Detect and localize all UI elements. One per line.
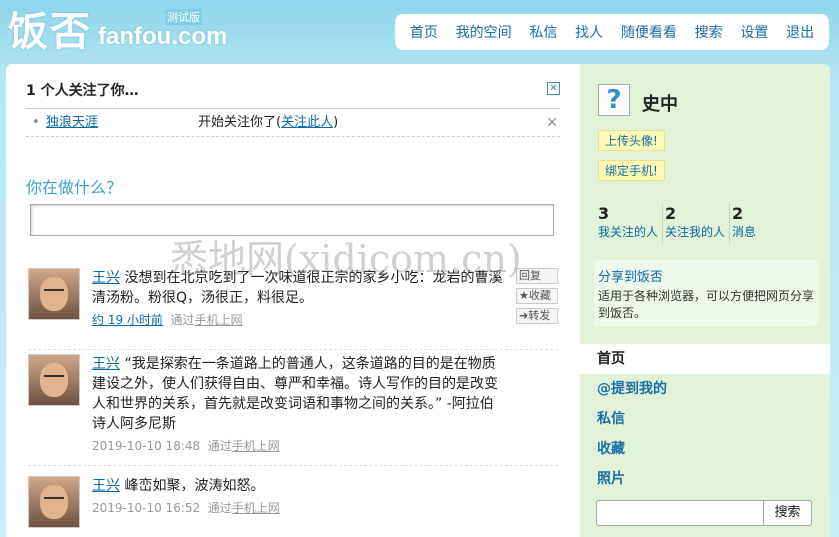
follow-message-end: ) [333, 115, 339, 130]
stat-following-count: 3 [598, 204, 610, 223]
follow-notice-row: • 独浪天涯 开始关注你了(关注此人) ✕ [26, 109, 560, 137]
follow-notice-title: 1 个人关注了你… [26, 80, 560, 109]
status-prompt: 你在做什么？ [26, 178, 123, 197]
share-description: 适用于各种浏览器，可以方便把网页分享到饭否。 [598, 289, 815, 320]
tweet-author[interactable]: 王兴 [92, 478, 120, 494]
tweet-content: 王兴 没想到在北京吃到了一次味道很正宗的家乡小吃：龙岩的曹溪清汤粉。粉很Q，汤很… [92, 268, 506, 308]
follow-notice: 1 个人关注了你… ✕ • 独浪天涯 开始关注你了(关注此人) ✕ [26, 80, 560, 137]
stat-messages-label: 消息 [732, 225, 757, 239]
avatar[interactable] [28, 268, 80, 320]
stat-following[interactable]: 3 我关注的人 [596, 204, 664, 244]
side-menu-messages[interactable]: 私信 [580, 404, 830, 434]
avatar[interactable] [28, 476, 80, 528]
tweet-text: 峰峦如聚，波涛如怒。 [124, 478, 265, 494]
tweet-via-link[interactable]: 手机上网 [195, 313, 243, 327]
top-nav: 首页 我的空间 私信 找人 随便看看 搜索 设置 退出 [395, 14, 829, 50]
tweet-content: 王兴 峰峦如聚，波涛如怒。 [92, 476, 512, 496]
reply-button[interactable]: 回复 [516, 268, 558, 284]
timeline-item: 王兴 “我是探索在一条道路上的普通人，这条道路的目的是在物质建设之外，使人们获得… [28, 354, 558, 466]
follow-back-link[interactable]: 关注此人 [281, 115, 333, 130]
tweet-via-link[interactable]: 手机上网 [232, 439, 280, 453]
forward-button[interactable]: ➜转发 [516, 308, 558, 324]
sidebar: ? 史中 上传头像! 绑定手机! 3 我关注的人 2 关注我的人 2 消息 分享… [580, 64, 830, 537]
tweet-via-link[interactable]: 手机上网 [232, 501, 280, 515]
tweet-actions: 回复 ★收藏 ➜转发 [516, 268, 558, 328]
side-menu-photos[interactable]: 照片 [580, 464, 830, 494]
search-input[interactable] [596, 500, 764, 526]
close-icon[interactable]: ✕ [547, 82, 560, 95]
tweet-body: 王兴 “我是探索在一条道路上的普通人，这条道路的目的是在物质建设之外，使人们获得… [92, 354, 506, 456]
main-panel: 1 个人关注了你… ✕ • 独浪天涯 开始关注你了(关注此人) ✕ 你在做什么？… [6, 64, 580, 537]
tweet-via: 通过手机上网 [171, 313, 243, 327]
stat-following-label: 我关注的人 [598, 225, 659, 239]
avatar[interactable] [28, 354, 80, 406]
nav-browse[interactable]: 随便看看 [621, 22, 677, 42]
tweet-author[interactable]: 王兴 [92, 270, 120, 286]
side-menu-home[interactable]: 首页 [580, 344, 830, 374]
tweet-content: 王兴 “我是探索在一条道路上的普通人，这条道路的目的是在物质建设之外，使人们获得… [92, 354, 506, 434]
dismiss-icon[interactable]: ✕ [546, 109, 558, 137]
logo-text-en: fanfou.com [98, 23, 228, 50]
tweet-time: 2019-10-10 18:48 [92, 439, 201, 453]
stat-messages[interactable]: 2 消息 [730, 204, 760, 244]
side-menu-mentions[interactable]: @提到我的 [580, 374, 830, 404]
bullet-icon: • [32, 115, 40, 130]
logo-text-cn: 饭否 [8, 9, 92, 55]
side-menu: 首页 @提到我的 私信 收藏 照片 [580, 344, 830, 494]
nav-settings[interactable]: 设置 [740, 22, 768, 42]
tweet-via-prefix: 通过 [170, 313, 195, 327]
nav-find-people[interactable]: 找人 [575, 22, 603, 42]
follower-link[interactable]: 独浪天涯 [46, 109, 98, 137]
profile-name: 史中 [642, 94, 678, 115]
nav-messages[interactable]: 私信 [529, 22, 557, 42]
tweet-via-prefix: 通过 [207, 501, 232, 515]
tweet-via: 通过手机上网 [208, 439, 280, 453]
profile-stats: 3 我关注的人 2 关注我的人 2 消息 [596, 204, 820, 244]
tweet-time[interactable]: 约 19 小时前 [92, 313, 163, 327]
tweet-text: “我是探索在一条道路上的普通人，这条道路的目的是在物质建设之外，使人们获得自由、… [92, 356, 498, 432]
tweet-body: 王兴 没想到在北京吃到了一次味道很正宗的家乡小吃：龙岩的曹溪清汤粉。粉很Q，汤很… [92, 268, 506, 330]
upload-avatar-button[interactable]: 上传头像! [598, 130, 665, 151]
tweet-meta: 2019-10-10 16:52 通过手机上网 [92, 498, 512, 518]
nav-search[interactable]: 搜索 [695, 22, 723, 42]
stat-followers-count: 2 [665, 204, 677, 223]
search-button[interactable]: 搜索 [764, 500, 812, 526]
tweet-via-prefix: 通过 [207, 439, 232, 453]
nav-logout[interactable]: 退出 [786, 22, 814, 42]
status-input[interactable] [30, 204, 554, 236]
beta-badge: 测试版 [165, 9, 202, 25]
stat-followers[interactable]: 2 关注我的人 [663, 204, 731, 244]
share-link[interactable]: 分享到饭否 [598, 266, 814, 285]
tweet-via: 通过手机上网 [208, 501, 280, 515]
timeline-item: 王兴 没想到在北京吃到了一次味道很正宗的家乡小吃：龙岩的曹溪清汤粉。粉很Q，汤很… [28, 268, 558, 350]
nav-my-space[interactable]: 我的空间 [456, 22, 512, 42]
follow-message: 开始关注你了(关注此人) [198, 109, 338, 137]
tweet-author[interactable]: 王兴 [92, 356, 120, 372]
share-box: 分享到饭否 适用于各种浏览器，可以方便把网页分享到饭否。 [594, 260, 818, 326]
profile-avatar-icon[interactable]: ? [598, 84, 630, 116]
bind-phone-button[interactable]: 绑定手机! [598, 160, 665, 181]
favorite-button[interactable]: ★收藏 [516, 288, 558, 304]
side-menu-favorites[interactable]: 收藏 [580, 434, 830, 464]
stat-followers-label: 关注我的人 [665, 225, 726, 239]
tweet-text: 没想到在北京吃到了一次味道很正宗的家乡小吃：龙岩的曹溪清汤粉。粉很Q，汤很正，料… [92, 270, 503, 306]
tweet-time: 2019-10-10 16:52 [92, 501, 201, 515]
tweet-meta: 2019-10-10 18:48 通过手机上网 [92, 436, 506, 456]
sidebar-search: 搜索 [596, 500, 812, 526]
tweet-body: 王兴 峰峦如聚，波涛如怒。 2019-10-10 16:52 通过手机上网 [92, 476, 512, 518]
follow-message-text: 开始关注你了( [198, 115, 282, 130]
tweet-meta: 约 19 小时前 通过手机上网 [92, 310, 506, 330]
nav-home[interactable]: 首页 [410, 22, 438, 42]
timeline-item: 王兴 峰峦如聚，波涛如怒。 2019-10-10 16:52 通过手机上网 [28, 476, 558, 537]
stat-messages-count: 2 [732, 204, 744, 223]
